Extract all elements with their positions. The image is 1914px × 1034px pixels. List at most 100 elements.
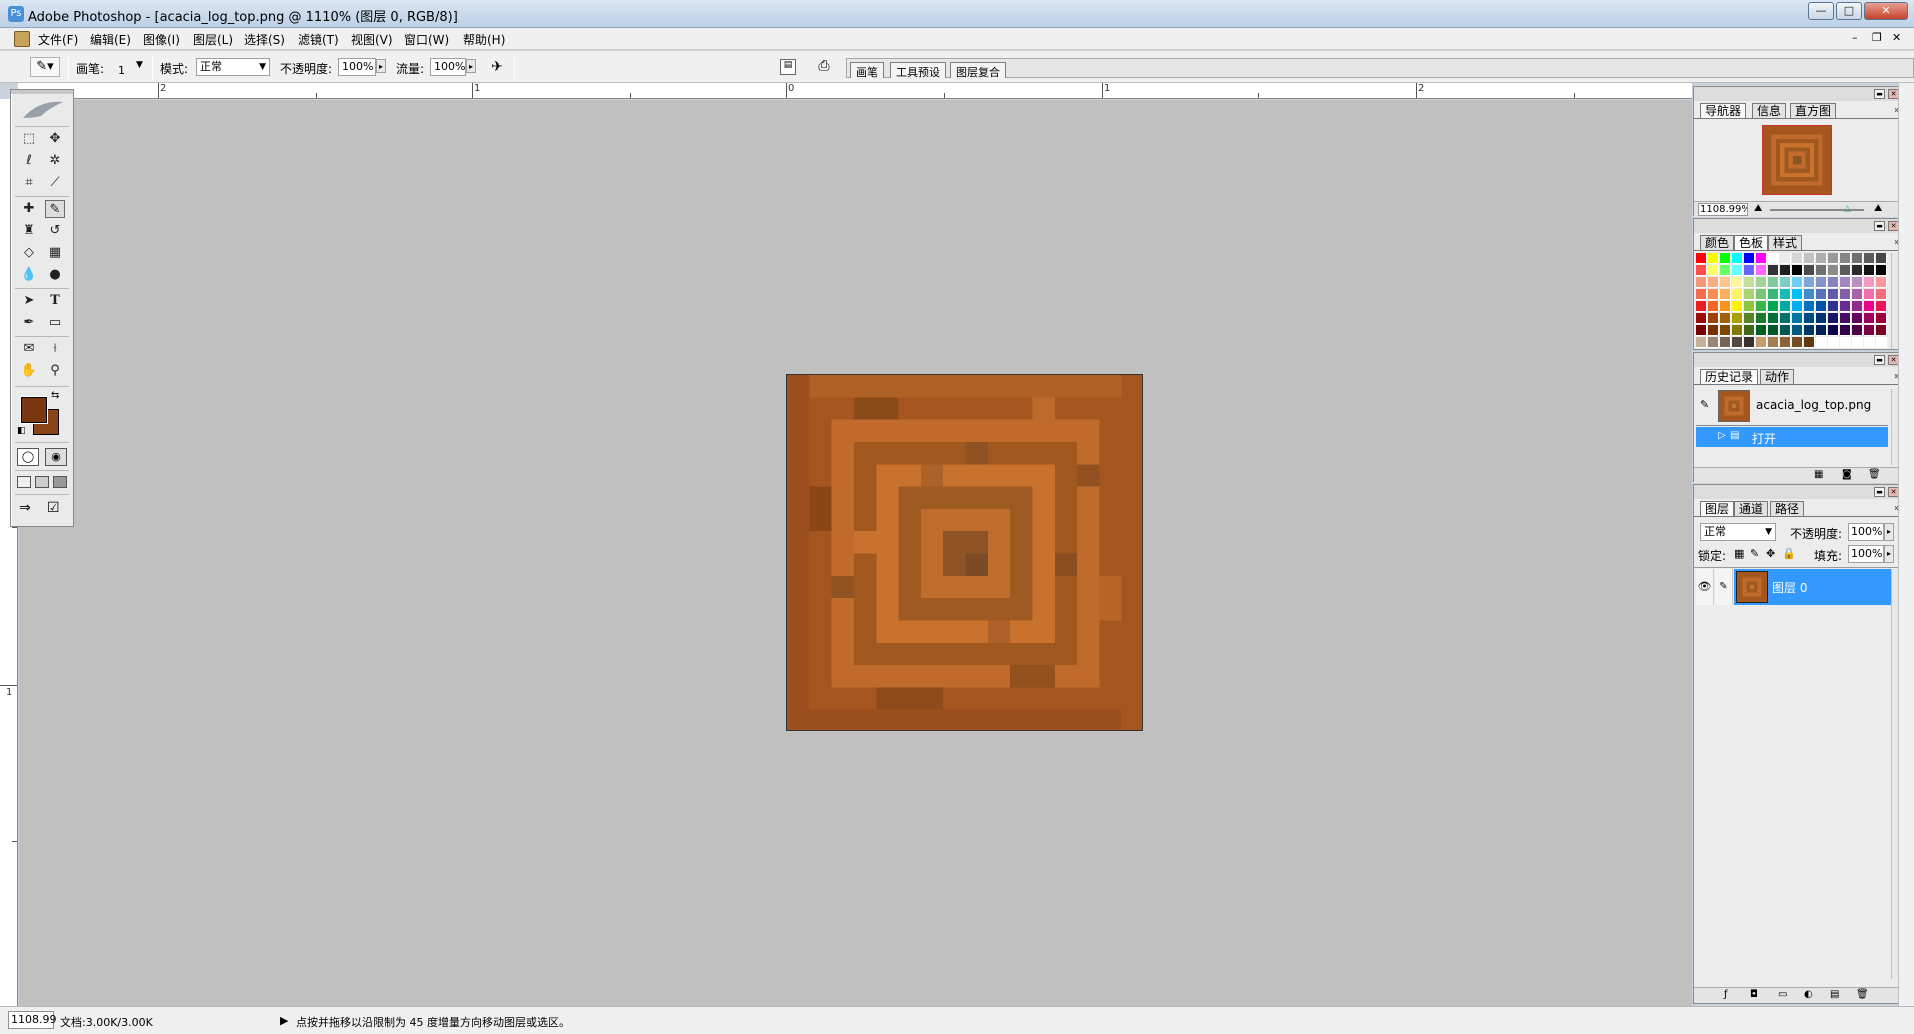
color-swatch[interactable]: [1792, 253, 1803, 264]
zoom-tool-icon[interactable]: ⚲: [45, 362, 65, 380]
color-swatch[interactable]: [1876, 277, 1887, 288]
color-swatch[interactable]: [1720, 337, 1731, 348]
default-colors-icon[interactable]: ◧: [17, 426, 26, 436]
color-swatch[interactable]: [1708, 265, 1719, 276]
doc-restore-button[interactable]: ❐: [1872, 31, 1882, 44]
layer-fill-arrow-icon[interactable]: ▸: [1884, 545, 1894, 563]
navigator-zoom-input[interactable]: 1108.99%: [1698, 203, 1748, 216]
document-size-info[interactable]: 文档:3.00K/3.00K: [60, 1014, 153, 1030]
color-swatch[interactable]: [1732, 253, 1743, 264]
tab-actions[interactable]: 动作: [1760, 369, 1795, 385]
dodge-tool-icon[interactable]: ●: [45, 266, 65, 284]
color-swatch[interactable]: [1720, 253, 1731, 264]
color-swatch[interactable]: [1852, 265, 1863, 276]
toolbox-grip[interactable]: [11, 90, 73, 94]
color-swatch[interactable]: [1828, 253, 1839, 264]
pen-tool-icon[interactable]: ✒: [19, 314, 39, 332]
doc-minimize-button[interactable]: –: [1852, 31, 1858, 44]
history-brush-tool-icon[interactable]: ↺: [45, 222, 65, 240]
opacity-slider-arrow-icon[interactable]: ▸: [376, 59, 386, 73]
panel-header[interactable]: [1694, 353, 1904, 367]
lock-position-icon[interactable]: ✥: [1766, 547, 1775, 560]
color-swatch[interactable]: [1816, 337, 1827, 348]
tab-layers[interactable]: 图层: [1700, 501, 1735, 517]
color-swatch[interactable]: [1780, 265, 1791, 276]
color-swatch[interactable]: [1708, 289, 1719, 300]
lasso-tool-icon[interactable]: ℓ: [19, 152, 39, 170]
color-swatch[interactable]: [1768, 337, 1779, 348]
color-swatch[interactable]: [1732, 265, 1743, 276]
color-swatch[interactable]: [1864, 265, 1875, 276]
rectangle-tool-icon[interactable]: ▭: [45, 314, 65, 332]
color-swatch[interactable]: [1864, 313, 1875, 324]
delete-layer-icon[interactable]: 🗑: [1856, 989, 1869, 1000]
color-swatch[interactable]: [1792, 325, 1803, 336]
history-snapshot[interactable]: ✎ acacia_log_top.png: [1696, 389, 1888, 423]
color-swatch[interactable]: [1756, 325, 1767, 336]
color-swatch[interactable]: [1852, 277, 1863, 288]
adjustment-layer-icon[interactable]: ◐: [1804, 989, 1813, 1000]
panel-minimize-icon[interactable]: ▬: [1874, 487, 1885, 497]
color-swatch[interactable]: [1780, 337, 1791, 348]
color-swatch[interactable]: [1744, 337, 1755, 348]
color-swatch[interactable]: [1732, 325, 1743, 336]
menu-file[interactable]: 文件(F): [38, 31, 78, 48]
panel-header[interactable]: [1694, 219, 1904, 233]
color-swatch[interactable]: [1720, 313, 1731, 324]
color-swatch[interactable]: [1864, 337, 1875, 348]
color-swatch[interactable]: [1804, 325, 1815, 336]
color-swatch[interactable]: [1864, 289, 1875, 300]
color-swatch[interactable]: [1864, 325, 1875, 336]
type-tool-icon[interactable]: T: [45, 292, 65, 310]
color-swatch[interactable]: [1768, 313, 1779, 324]
gradient-tool-icon[interactable]: ▦: [45, 244, 65, 262]
color-swatch[interactable]: [1708, 277, 1719, 288]
color-swatch[interactable]: [1804, 253, 1815, 264]
path-selection-tool-icon[interactable]: ➤: [19, 292, 39, 310]
zoom-slider-thumb-icon[interactable]: △: [1844, 204, 1851, 214]
color-swatch[interactable]: [1744, 301, 1755, 312]
color-swatch[interactable]: [1840, 277, 1851, 288]
color-swatch[interactable]: [1816, 277, 1827, 288]
hand-tool-icon[interactable]: ✋: [19, 362, 39, 380]
color-swatch[interactable]: [1696, 325, 1707, 336]
color-swatch[interactable]: [1816, 325, 1827, 336]
color-swatch[interactable]: [1840, 313, 1851, 324]
color-swatch[interactable]: [1852, 313, 1863, 324]
color-swatch[interactable]: [1768, 301, 1779, 312]
color-swatch[interactable]: [1756, 289, 1767, 300]
tab-histogram[interactable]: 直方图: [1790, 103, 1837, 119]
color-swatch[interactable]: [1840, 337, 1851, 348]
color-swatch[interactable]: [1816, 289, 1827, 300]
color-swatch[interactable]: [1804, 289, 1815, 300]
screen-mode-menu-icon[interactable]: [35, 476, 49, 488]
move-tool-icon[interactable]: ✥: [45, 130, 65, 148]
layer-fill-input[interactable]: 100%: [1848, 545, 1884, 563]
color-swatch[interactable]: [1804, 265, 1815, 276]
brush-tool-icon[interactable]: ✎: [45, 200, 65, 218]
color-swatch[interactable]: [1732, 277, 1743, 288]
document-icon[interactable]: [14, 31, 30, 47]
menu-edit[interactable]: 编辑(E): [90, 31, 131, 48]
color-swatch[interactable]: [1696, 277, 1707, 288]
color-swatch[interactable]: [1720, 277, 1731, 288]
color-swatch[interactable]: [1792, 265, 1803, 276]
color-swatch[interactable]: [1768, 289, 1779, 300]
menu-window[interactable]: 窗口(W): [404, 31, 449, 48]
tab-color[interactable]: 颜色: [1700, 235, 1735, 251]
layer-row-selected[interactable]: 图层 0: [1734, 569, 1892, 605]
foreground-color-swatch[interactable]: [20, 396, 48, 424]
doc-close-button[interactable]: ✕: [1892, 31, 1901, 44]
color-swatch[interactable]: [1828, 265, 1839, 276]
well-tab-tool-presets[interactable]: 工具预设: [890, 62, 946, 79]
horizontal-ruler[interactable]: 2 1 0 1 2: [18, 83, 1692, 99]
standard-mode-icon[interactable]: ◯: [17, 448, 39, 466]
color-swatch[interactable]: [1828, 277, 1839, 288]
new-layer-icon[interactable]: ▤: [1830, 989, 1839, 1000]
panel-minimize-icon[interactable]: ▬: [1874, 89, 1885, 99]
tab-channels[interactable]: 通道: [1734, 501, 1769, 517]
color-swatch[interactable]: [1780, 289, 1791, 300]
color-swatch[interactable]: [1756, 313, 1767, 324]
clone-stamp-tool-icon[interactable]: ♜: [19, 222, 39, 240]
color-swatch[interactable]: [1696, 301, 1707, 312]
